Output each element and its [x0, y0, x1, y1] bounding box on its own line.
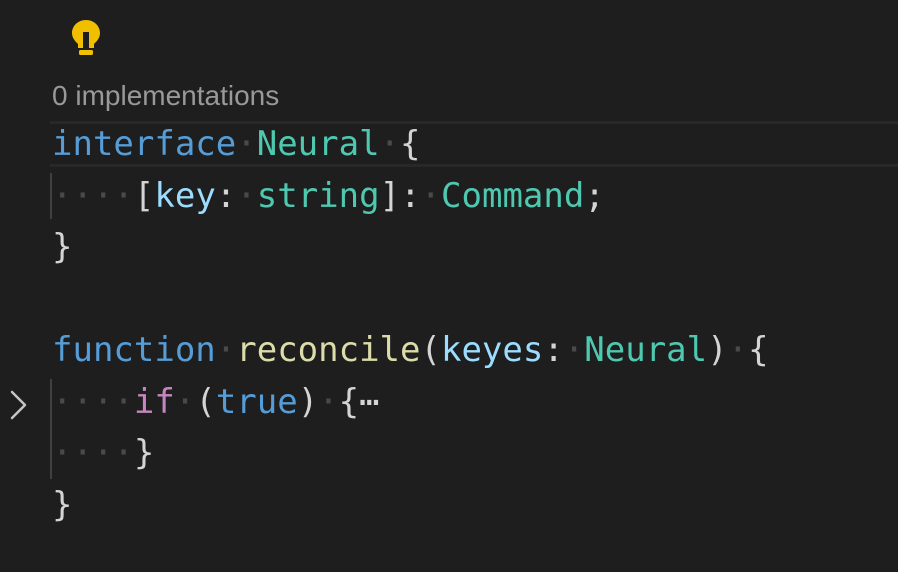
code-line[interactable]: function·reconcile(keyes:·Neural)·{ — [52, 324, 769, 376]
code-line[interactable]: ····} — [52, 427, 154, 479]
keyword-token: function — [52, 330, 216, 370]
whitespace-marker: · — [318, 382, 339, 422]
brace-token: { — [400, 124, 421, 164]
code-line[interactable]: } — [52, 479, 72, 531]
whitespace-marker: ···· — [52, 433, 134, 473]
colon-token: : — [215, 176, 237, 216]
whitespace-marker: · — [236, 124, 257, 164]
brace-token: } — [52, 485, 73, 525]
semicolon-token: ; — [584, 176, 605, 216]
brace-token: } — [52, 227, 73, 267]
whitespace-marker: · — [727, 330, 749, 370]
type-token: string — [256, 176, 380, 216]
code-line[interactable]: interface·Neural·{ — [52, 118, 421, 170]
brace-token: { — [338, 382, 360, 422]
whitespace-marker: · — [420, 176, 442, 216]
whitespace-marker: ···· — [52, 382, 134, 422]
brace-token: { — [748, 330, 769, 370]
whitespace-marker: · — [379, 124, 401, 164]
paren-token: ( — [420, 330, 441, 370]
whitespace-marker: · — [174, 382, 196, 422]
keyword-token: interface — [52, 124, 237, 164]
whitespace-marker: · — [215, 330, 237, 370]
bracket-token: ]: — [379, 176, 421, 216]
brace-token: } — [133, 433, 155, 473]
paren-token: ) — [297, 382, 319, 422]
folded-ellipsis[interactable]: ⋯ — [359, 382, 379, 422]
codelens-implementations[interactable]: 0 implementations — [52, 78, 279, 114]
code-line[interactable]: ····if·(true)·{⋯ — [52, 376, 380, 428]
colon-token: : — [543, 330, 564, 370]
param-token: keyes — [440, 330, 544, 370]
param-token: key — [154, 176, 216, 216]
whitespace-marker: · — [563, 330, 585, 370]
code-editor[interactable]: 0 implementations interface·Neural·{ ···… — [0, 0, 898, 572]
bracket-token: [ — [133, 176, 155, 216]
type-token: Neural — [584, 330, 708, 370]
whitespace-marker: · — [236, 176, 257, 216]
function-token: reconcile — [236, 330, 421, 370]
code-line[interactable]: } — [52, 221, 72, 273]
boolean-token: true — [215, 382, 298, 422]
code-line[interactable]: ····[key:·string]:·Command; — [52, 170, 605, 222]
paren-token: ) — [707, 330, 728, 370]
whitespace-marker: ···· — [52, 176, 134, 216]
type-token: Neural — [256, 124, 380, 164]
lightbulb-icon[interactable] — [70, 18, 102, 58]
paren-token: ( — [195, 382, 216, 422]
chevron-right-icon[interactable] — [6, 388, 30, 422]
control-keyword-token: if — [133, 382, 175, 422]
type-token: Command — [441, 176, 585, 216]
